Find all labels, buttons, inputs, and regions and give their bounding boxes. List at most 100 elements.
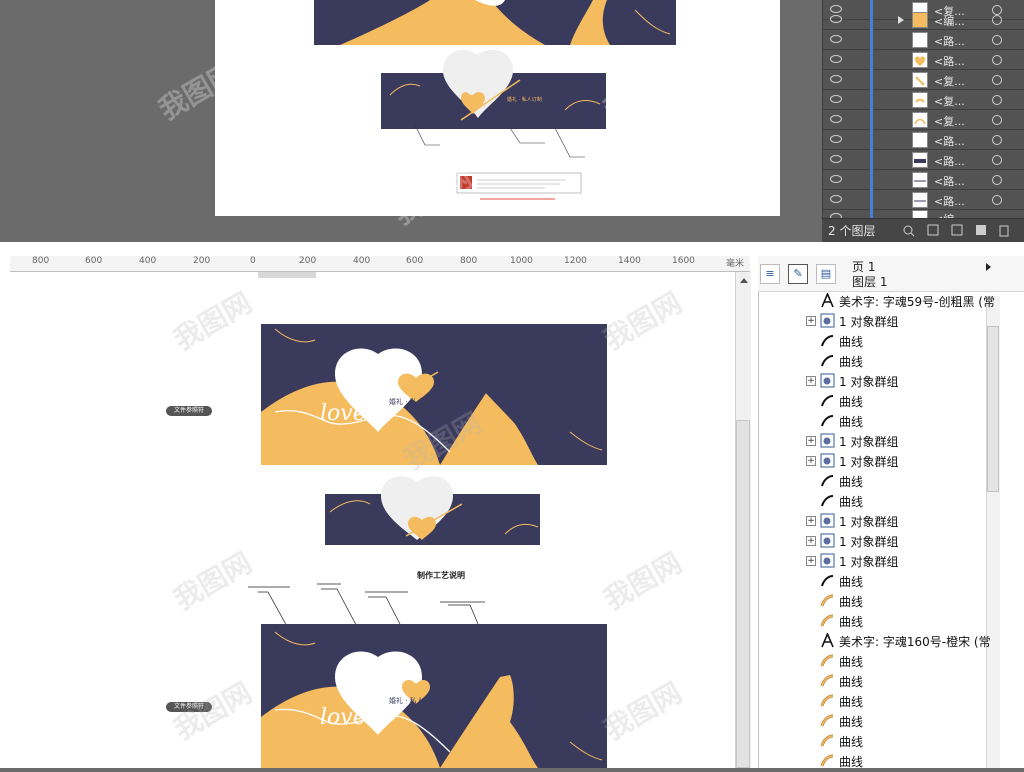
target-icon[interactable] bbox=[992, 115, 1002, 125]
expand-plus-icon[interactable]: + bbox=[806, 516, 816, 526]
canvas-scroll-thumb[interactable] bbox=[736, 420, 750, 768]
tree-item-label: 曲线 bbox=[839, 695, 864, 709]
visibility-icon[interactable] bbox=[830, 35, 842, 43]
tree-item-curve[interactable]: 曲线 bbox=[760, 331, 986, 351]
tree-item-curve[interactable]: 曲线 bbox=[760, 411, 986, 431]
clip-mask-icon bbox=[927, 224, 939, 236]
visibility-icon[interactable] bbox=[830, 95, 842, 103]
expand-plus-icon[interactable]: + bbox=[806, 376, 816, 386]
visibility-icon[interactable] bbox=[830, 175, 842, 183]
tree-item-curve[interactable]: 曲线 bbox=[760, 471, 986, 491]
new-layer-icon bbox=[976, 225, 986, 235]
tree-item-curve[interactable]: 曲线 bbox=[760, 651, 986, 671]
tree-item-curve[interactable]: 曲线 bbox=[760, 491, 986, 511]
layer-row[interactable]: <路... bbox=[822, 50, 1024, 70]
expand-plus-icon[interactable]: + bbox=[806, 316, 816, 326]
curve-fill-icon bbox=[820, 673, 835, 688]
target-icon[interactable] bbox=[992, 155, 1002, 165]
expand-plus-icon[interactable]: + bbox=[806, 436, 816, 446]
visibility-icon[interactable] bbox=[830, 155, 842, 163]
edit-across-layers-icon[interactable]: ✎ bbox=[788, 264, 808, 284]
tree-item-group[interactable]: +1 对象群组 bbox=[760, 551, 986, 571]
tree-item-curve[interactable]: 曲线 bbox=[760, 391, 986, 411]
target-icon[interactable] bbox=[992, 95, 1002, 105]
ruler-tick: 800 bbox=[460, 256, 478, 266]
tree-item-artistic-text[interactable]: 美术字: 字魂160号-橙宋 (常 bbox=[760, 631, 991, 651]
tree-item-label: 美术字: 字魂160号-橙宋 (常 bbox=[839, 635, 991, 649]
tree-item-curve[interactable]: 曲线 bbox=[760, 671, 986, 691]
artboard[interactable]: 婚礼 · 私人订制 bbox=[215, 0, 780, 216]
visibility-icon[interactable] bbox=[830, 195, 842, 203]
tree-item-artistic-text[interactable]: 美术字: 字魂59号-创粗黑 (常 bbox=[760, 291, 995, 311]
layer-manager-icon[interactable]: ▤ bbox=[816, 264, 836, 284]
layer-row[interactable]: <路... bbox=[822, 150, 1024, 170]
tree-item-curve[interactable]: 曲线 bbox=[760, 351, 986, 371]
tree-item-curve[interactable]: 曲线 bbox=[760, 711, 986, 731]
tree-item-curve[interactable]: 曲线 bbox=[760, 611, 986, 631]
layer-thumbnail bbox=[912, 112, 928, 128]
layer-label[interactable]: 图层 1 bbox=[852, 273, 887, 290]
curve-icon bbox=[820, 393, 835, 408]
target-icon[interactable] bbox=[992, 195, 1002, 205]
expand-triangle-icon[interactable] bbox=[898, 16, 904, 24]
expand-plus-icon[interactable]: + bbox=[806, 456, 816, 466]
layer-row[interactable]: <路... bbox=[822, 170, 1024, 190]
layer-row[interactable]: <复... bbox=[822, 110, 1024, 130]
tree-item-group[interactable]: +1 对象群组 bbox=[760, 431, 986, 451]
banner-1-love-script: love bbox=[320, 401, 366, 426]
banner-2-love-script: love bbox=[320, 705, 366, 730]
tree-item-label: 曲线 bbox=[839, 355, 864, 369]
target-icon[interactable] bbox=[992, 135, 1002, 145]
tree-item-label: 曲线 bbox=[839, 495, 864, 509]
layer-row[interactable]: <路... bbox=[822, 130, 1024, 150]
curve-icon bbox=[820, 413, 835, 428]
horizontal-ruler[interactable]: 800 600 400 200 0 200 400 600 800 1000 1… bbox=[10, 256, 750, 272]
artistic-text-icon bbox=[820, 631, 835, 648]
layer-row[interactable]: <复... bbox=[822, 70, 1024, 90]
object-tree-scroll-thumb[interactable] bbox=[987, 326, 999, 492]
layer-row[interactable]: <编... bbox=[822, 10, 1024, 30]
visibility-icon[interactable] bbox=[830, 115, 842, 123]
tree-item-group[interactable]: +1 对象群组 bbox=[760, 451, 986, 471]
layer-row[interactable]: <复... bbox=[822, 90, 1024, 110]
layer-thumbnail bbox=[912, 172, 928, 188]
tree-item-group[interactable]: +1 对象群组 bbox=[760, 531, 986, 551]
tree-item-group[interactable]: +1 对象群组 bbox=[760, 371, 986, 391]
curve-fill-icon bbox=[820, 753, 835, 768]
target-icon[interactable] bbox=[992, 55, 1002, 65]
target-icon[interactable] bbox=[992, 75, 1002, 85]
curve-fill-icon bbox=[820, 653, 835, 668]
tree-item-label: 曲线 bbox=[839, 475, 864, 489]
target-icon[interactable] bbox=[992, 175, 1002, 185]
target-icon[interactable] bbox=[992, 15, 1002, 25]
ruler-tick: 400 bbox=[139, 256, 157, 266]
curve-fill-icon bbox=[820, 593, 835, 608]
target-icon[interactable] bbox=[992, 35, 1002, 45]
scroll-up-icon[interactable] bbox=[740, 278, 748, 283]
visibility-icon[interactable] bbox=[830, 75, 842, 83]
group-icon bbox=[820, 433, 835, 448]
tree-item-curve[interactable]: 曲线 bbox=[760, 691, 986, 711]
expand-plus-icon[interactable]: + bbox=[806, 556, 816, 566]
layer-thumbnail bbox=[912, 92, 928, 108]
expand-plus-icon[interactable]: + bbox=[806, 536, 816, 546]
tree-item-curve[interactable]: 曲线 bbox=[760, 591, 986, 611]
visibility-icon[interactable] bbox=[830, 55, 842, 63]
artistic-text-icon bbox=[820, 291, 835, 308]
curve-fill-icon bbox=[820, 733, 835, 748]
tree-item-group[interactable]: +1 对象群组 bbox=[760, 511, 986, 531]
layer-thumbnail bbox=[912, 12, 928, 28]
visibility-icon[interactable] bbox=[830, 15, 842, 23]
layer-thumbnail bbox=[912, 72, 928, 88]
layer-row[interactable]: <路... bbox=[822, 190, 1024, 210]
layer-row[interactable]: <路... bbox=[822, 30, 1024, 50]
tree-item-group[interactable]: +1 对象群组 bbox=[760, 311, 986, 331]
tree-item-curve[interactable]: 曲线 bbox=[760, 731, 986, 751]
tree-item-curve[interactable]: 曲线 bbox=[760, 571, 986, 591]
side-label-1: 文件参照符 bbox=[166, 406, 213, 416]
panel-menu-arrow-icon[interactable] bbox=[986, 263, 991, 271]
tree-item-curve[interactable]: 曲线 bbox=[760, 751, 986, 771]
visibility-icon[interactable] bbox=[830, 135, 842, 143]
show-properties-icon[interactable]: ≡ bbox=[760, 264, 780, 284]
layer-footer-buttons bbox=[903, 224, 1009, 237]
